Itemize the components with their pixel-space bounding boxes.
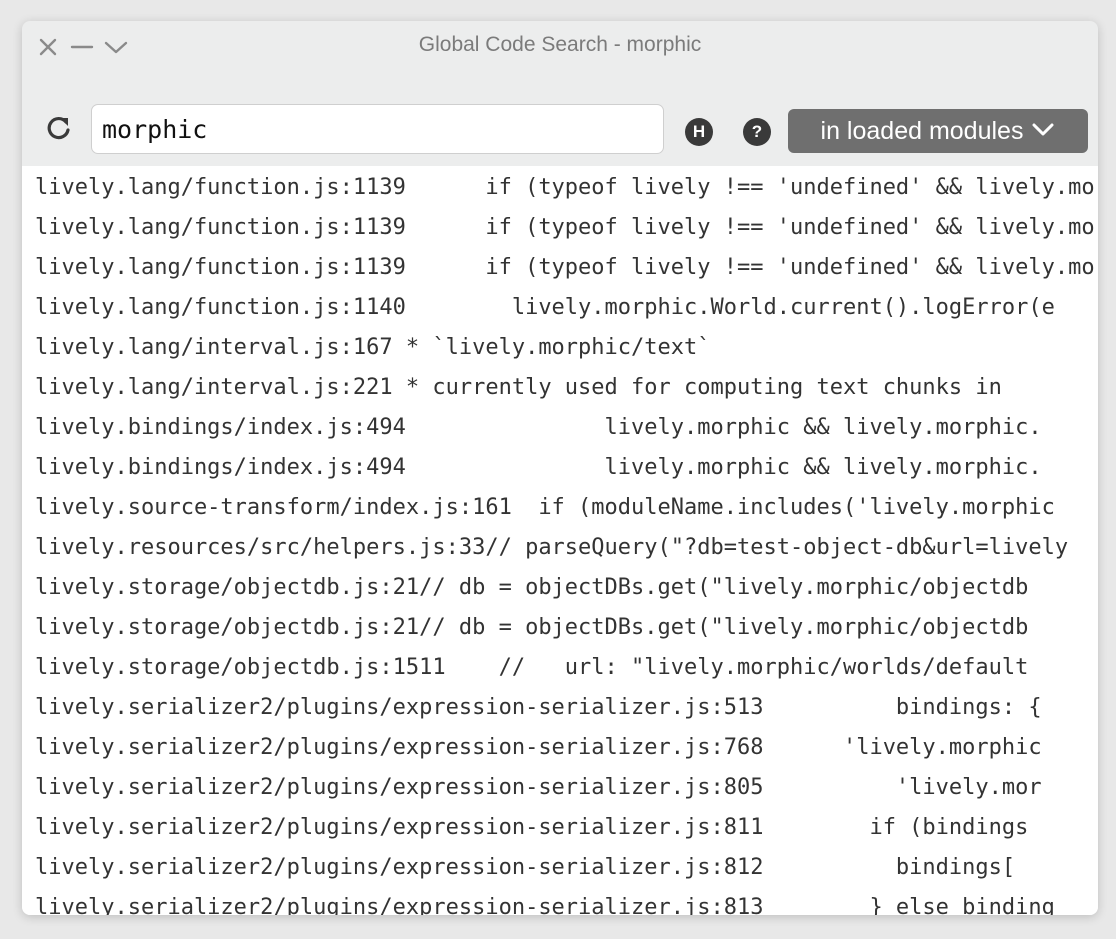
refresh-icon [45, 114, 73, 147]
search-result-row[interactable]: lively.lang/function.js:1139 if (typeof … [22, 208, 1098, 248]
search-result-row[interactable]: lively.lang/function.js:1140 lively.morp… [22, 288, 1098, 328]
chevron-down-icon [1031, 117, 1055, 146]
search-scope-dropdown[interactable]: in loaded modules [788, 109, 1088, 153]
history-button[interactable]: H [685, 118, 713, 146]
search-result-row[interactable]: lively.storage/objectdb.js:1511 // url: … [22, 648, 1098, 688]
search-result-row[interactable]: lively.serializer2/plugins/expression-se… [22, 688, 1098, 728]
search-toolbar: H ? in loaded modules [22, 103, 1098, 159]
search-result-row[interactable]: lively.lang/function.js:1139 if (typeof … [22, 248, 1098, 288]
search-result-row[interactable]: lively.serializer2/plugins/expression-se… [22, 808, 1098, 848]
search-result-row[interactable]: lively.serializer2/plugins/expression-se… [22, 888, 1098, 915]
help-icon: ? [751, 122, 763, 141]
refresh-button[interactable] [44, 115, 74, 145]
search-result-row[interactable]: lively.storage/objectdb.js:21// db = obj… [22, 608, 1098, 648]
search-result-row[interactable]: lively.lang/interval.js:167 * `lively.mo… [22, 328, 1098, 368]
search-result-row[interactable]: lively.resources/src/helpers.js:33// par… [22, 528, 1098, 568]
search-result-row[interactable]: lively.bindings/index.js:494 lively.morp… [22, 408, 1098, 448]
title-bar[interactable]: Global Code Search - morphic [22, 21, 1098, 71]
search-scope-label: in loaded modules [820, 116, 1024, 145]
search-result-row[interactable]: lively.storage/objectdb.js:21// db = obj… [22, 568, 1098, 608]
search-input[interactable] [91, 104, 664, 154]
search-result-row[interactable]: lively.lang/interval.js:221 * currently … [22, 368, 1098, 408]
search-result-row[interactable]: lively.bindings/index.js:494 lively.morp… [22, 448, 1098, 488]
search-result-row[interactable]: lively.serializer2/plugins/expression-se… [22, 768, 1098, 808]
search-result-row[interactable]: lively.serializer2/plugins/expression-se… [22, 728, 1098, 768]
code-search-window: Global Code Search - morphic H ? in load… [22, 21, 1098, 915]
help-button[interactable]: ? [743, 118, 771, 146]
search-result-row[interactable]: lively.serializer2/plugins/expression-se… [22, 848, 1098, 888]
history-icon: H [692, 122, 706, 141]
window-title: Global Code Search - morphic [418, 33, 702, 56]
search-result-row[interactable]: lively.lang/function.js:1139 if (typeof … [22, 168, 1098, 208]
search-result-row[interactable]: lively.source-transform/index.js:161 if … [22, 488, 1098, 528]
search-results-list[interactable]: lively.lang/function.js:1139 if (typeof … [22, 166, 1098, 915]
